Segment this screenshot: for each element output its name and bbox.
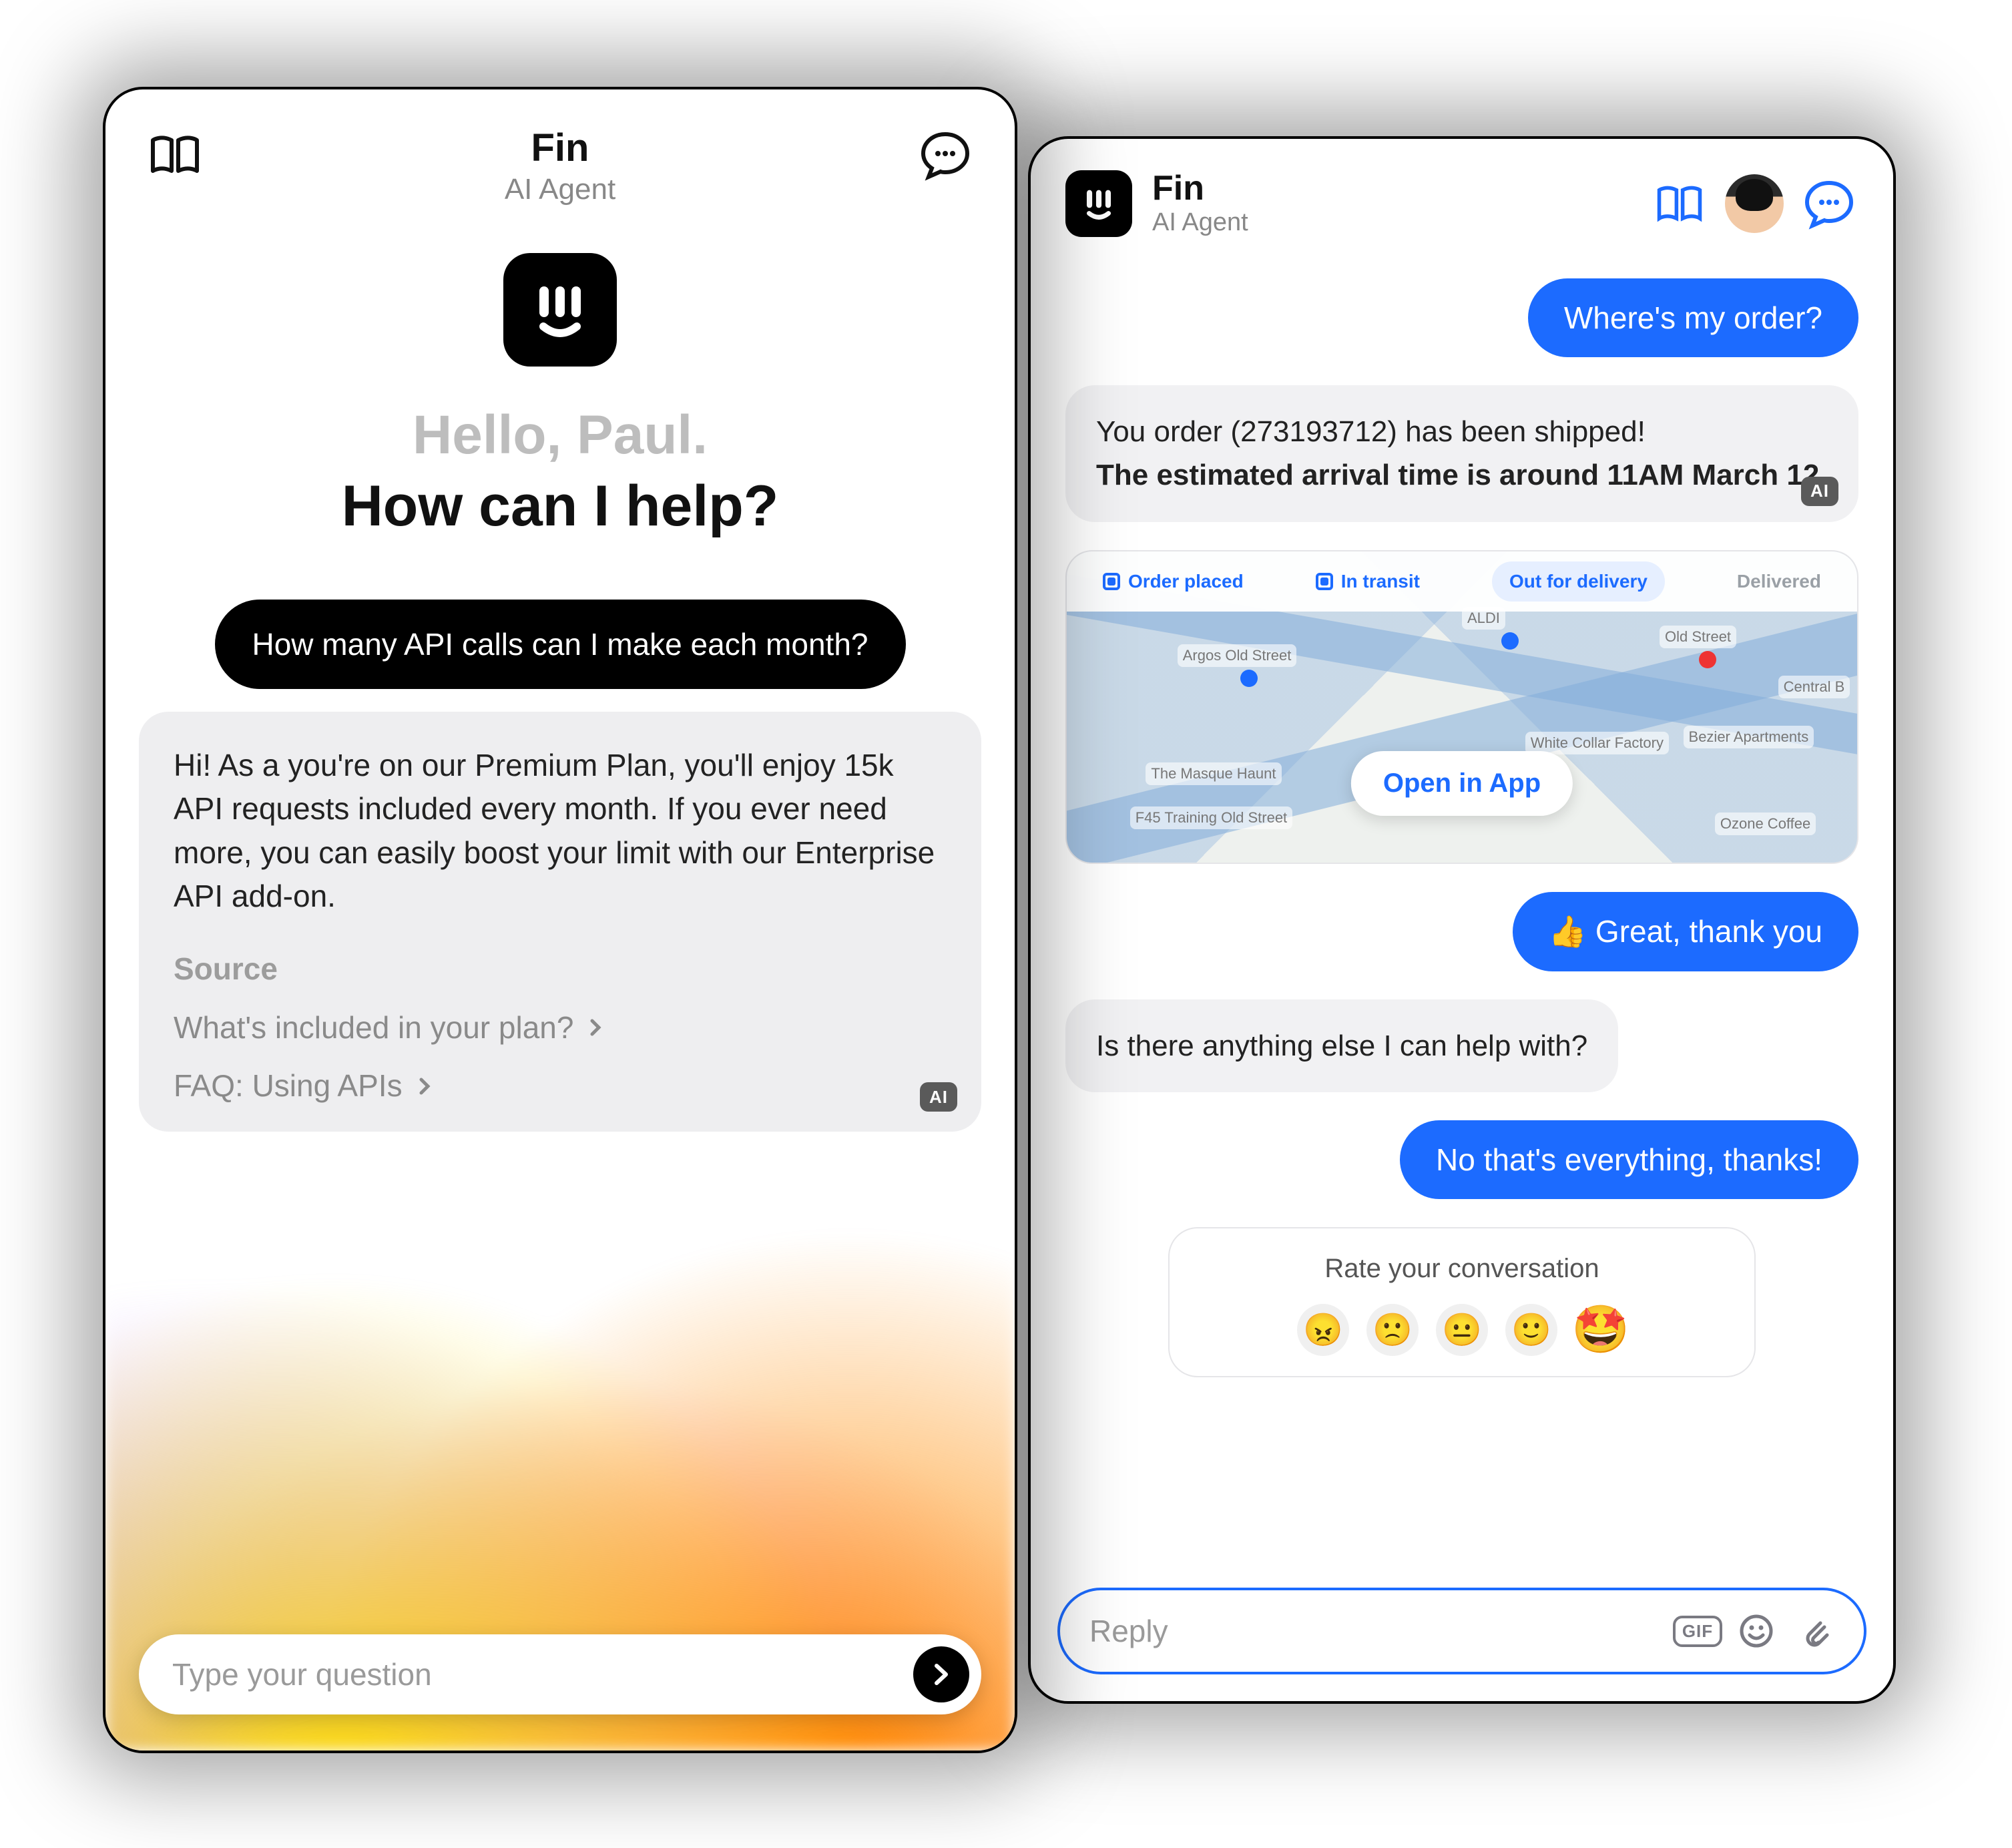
conversation-header: Fin AI Agent	[1031, 139, 1893, 258]
bot-message-2: Is there anything else I can help with?	[1065, 999, 1618, 1092]
source-link-2[interactable]: FAQ: Using APIs	[174, 1064, 947, 1108]
conv-title: Fin	[1152, 170, 1248, 208]
user-message-1: Where's my order?	[1528, 278, 1858, 357]
open-in-app-button[interactable]: Open in App	[1351, 751, 1573, 816]
conversation-body: Where's my order? You order (273193712) …	[1031, 258, 1893, 1377]
user-message-2: 👍 Great, thank you	[1513, 892, 1858, 971]
ai-badge: AI	[920, 1082, 957, 1112]
reply-composer: GIF	[1057, 1588, 1866, 1674]
map-label: F45 Training Old Street	[1130, 806, 1292, 829]
attachment-icon[interactable]	[1796, 1612, 1834, 1650]
rating-card: Rate your conversation 😠 🙁 😐 🙂 🤩	[1168, 1227, 1755, 1377]
ai-badge: AI	[1801, 477, 1838, 506]
home-composer-input[interactable]	[172, 1656, 913, 1692]
map-label: The Masque Haunt	[1146, 762, 1281, 785]
example-question-chip[interactable]: How many API calls can I make each month…	[215, 600, 906, 689]
map-label: Argos Old Street	[1178, 644, 1297, 667]
hero-prompt: How can I help?	[105, 473, 1015, 539]
new-conversation-icon[interactable]	[916, 126, 975, 184]
help-center-icon[interactable]	[1650, 174, 1709, 233]
home-title: Fin	[204, 126, 916, 170]
messenger-home-panel: Fin AI Agent Hello, Paul. How can I help…	[103, 87, 1017, 1753]
step-in-transit: In transit	[1316, 571, 1420, 592]
tracking-card: Argos Old Street ALDI Old Street The Mas…	[1065, 550, 1858, 864]
reply-input[interactable]	[1089, 1613, 1658, 1649]
bot-message-1: You order (273193712) has been shipped! …	[1065, 385, 1858, 522]
step-out-for-delivery: Out for delivery	[1492, 561, 1665, 602]
rating-face-1[interactable]: 😠	[1297, 1304, 1349, 1356]
brand-logo-small	[1065, 170, 1132, 237]
tracking-steps: Order placed In transit Out for delivery…	[1067, 551, 1857, 612]
home-composer	[139, 1634, 981, 1714]
bot-answer-bubble: Hi! As a you're on our Premium Plan, you…	[139, 712, 981, 1132]
bot-message-1-line2: The estimated arrival time is around 11A…	[1096, 455, 1828, 495]
rating-face-3[interactable]: 😐	[1436, 1304, 1488, 1356]
map-label: Old Street	[1660, 626, 1736, 648]
conv-subtitle: AI Agent	[1152, 208, 1248, 238]
bot-message-1-line1: You order (273193712) has been shipped!	[1096, 412, 1828, 451]
help-center-icon[interactable]	[146, 126, 204, 184]
conversation-panel: Fin AI Agent Where's my order? You order…	[1028, 136, 1896, 1704]
source-heading: Source	[174, 947, 947, 991]
step-order-placed: Order placed	[1103, 571, 1244, 592]
home-subtitle: AI Agent	[204, 173, 916, 206]
gif-icon[interactable]: GIF	[1678, 1612, 1717, 1650]
map-label: Bezier Apartments	[1684, 726, 1814, 748]
user-message-3: No that's everything, thanks!	[1400, 1120, 1858, 1199]
rating-face-2[interactable]: 🙁	[1366, 1304, 1419, 1356]
more-options-icon[interactable]	[1800, 174, 1858, 233]
source-link-1[interactable]: What's included in your plan?	[174, 1006, 947, 1050]
teammate-avatar[interactable]	[1725, 174, 1784, 233]
map-label: Central B	[1778, 676, 1850, 698]
step-delivered: Delivered	[1737, 571, 1821, 592]
emoji-icon[interactable]	[1737, 1612, 1776, 1650]
rating-face-5[interactable]: 🤩	[1575, 1304, 1627, 1356]
send-button[interactable]	[913, 1646, 969, 1702]
hero-greeting: Hello, Paul.	[105, 404, 1015, 467]
rating-face-4[interactable]: 🙂	[1505, 1304, 1557, 1356]
home-header: Fin AI Agent	[105, 89, 1015, 206]
brand-logo	[503, 253, 617, 367]
bot-answer-text: Hi! As a you're on our Premium Plan, you…	[174, 744, 947, 918]
map-label: Ozone Coffee	[1715, 813, 1816, 835]
rating-title: Rate your conversation	[1190, 1254, 1734, 1284]
